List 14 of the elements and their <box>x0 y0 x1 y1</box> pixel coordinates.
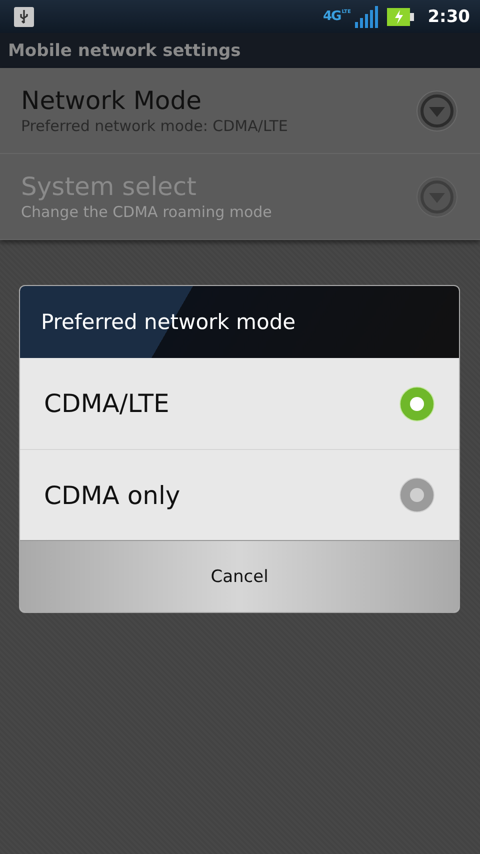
option-label: CDMA/LTE <box>44 389 170 418</box>
radio-button[interactable] <box>399 386 435 422</box>
battery-charging-icon <box>386 8 414 26</box>
setting-title: Network Mode <box>21 86 202 115</box>
option-label: CDMA only <box>44 480 182 510</box>
clock-time: 2:30 <box>428 6 470 26</box>
signal-icon <box>354 6 379 28</box>
screen-title: Mobile network settings <box>8 40 241 60</box>
cancel-button[interactable]: Cancel <box>170 556 308 596</box>
dialog-title: Preferred network mode <box>20 286 459 358</box>
network-type-label: 4G <box>322 10 341 23</box>
radio-button[interactable] <box>399 477 435 513</box>
usb-icon <box>14 6 34 26</box>
setting-summary: Change the CDMA roaming mode <box>21 203 273 221</box>
